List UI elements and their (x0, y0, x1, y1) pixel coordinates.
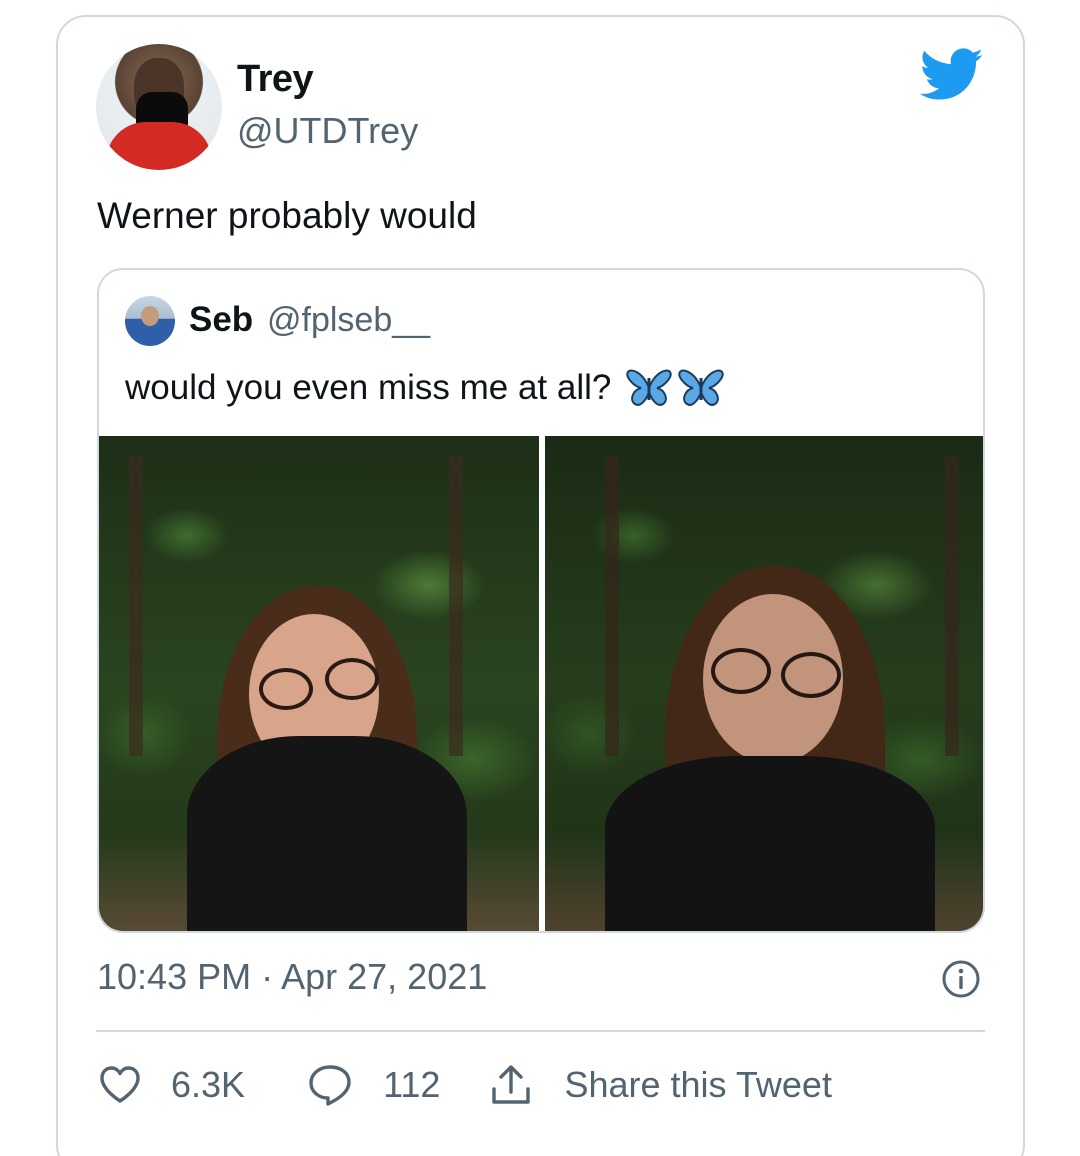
reply-bubble-icon (309, 1065, 351, 1106)
author-avatar[interactable] (96, 44, 222, 170)
tweet-text: Werner probably would (97, 195, 477, 236)
quoted-tweet-text-row: would you even miss me at all? (125, 366, 725, 410)
photo-person-glasses-right (781, 652, 841, 698)
quoted-author-display-name[interactable]: Seb (189, 300, 253, 340)
heart-icon (100, 1066, 140, 1103)
quoted-tweet-text: would you even miss me at all? (125, 368, 612, 407)
quoted-author-avatar[interactable] (125, 296, 175, 346)
photo-tree-trunk (605, 456, 619, 756)
quoted-avatar-head (141, 306, 159, 326)
reply-button[interactable]: 112 (307, 1062, 440, 1108)
share-label: Share this Tweet (564, 1064, 832, 1105)
butterfly-icon (626, 369, 672, 406)
author-handle[interactable]: @UTDTrey (237, 110, 418, 152)
reply-count: 112 (383, 1064, 441, 1105)
photo-person-glasses-left (711, 648, 771, 694)
divider (96, 1030, 985, 1032)
photo-person-body (605, 756, 935, 931)
emoji-group (625, 366, 725, 410)
author-display-name[interactable]: Trey (237, 58, 314, 101)
quoted-tweet[interactable]: Seb @fplseb__ would you even miss me at … (97, 268, 985, 933)
photo-person-glasses-right (325, 658, 379, 700)
quoted-photo-2[interactable] (545, 436, 983, 931)
quoted-photo-1[interactable] (99, 436, 539, 931)
like-button[interactable]: 6.3K (97, 1062, 245, 1108)
tweet-actions: 6.3K 112 Share this Tweet (97, 1062, 832, 1108)
share-upload-icon (492, 1065, 531, 1104)
photo-tree-trunk (945, 456, 959, 756)
twitter-bird-icon[interactable] (920, 48, 984, 102)
avatar-jersey (106, 122, 212, 170)
butterfly-icon (678, 369, 724, 406)
tweet-timestamp[interactable]: 10:43 PM · Apr 27, 2021 (97, 956, 487, 998)
info-icon[interactable] (941, 959, 981, 999)
like-count: 6.3K (171, 1064, 246, 1105)
photo-tree-trunk (129, 456, 143, 756)
photo-tree-trunk (449, 456, 463, 756)
share-button[interactable]: Share this Tweet (488, 1062, 832, 1108)
photo-person-body (187, 736, 467, 931)
photo-person-glasses-left (259, 668, 313, 710)
quoted-author-handle[interactable]: @fplseb__ (267, 301, 430, 340)
